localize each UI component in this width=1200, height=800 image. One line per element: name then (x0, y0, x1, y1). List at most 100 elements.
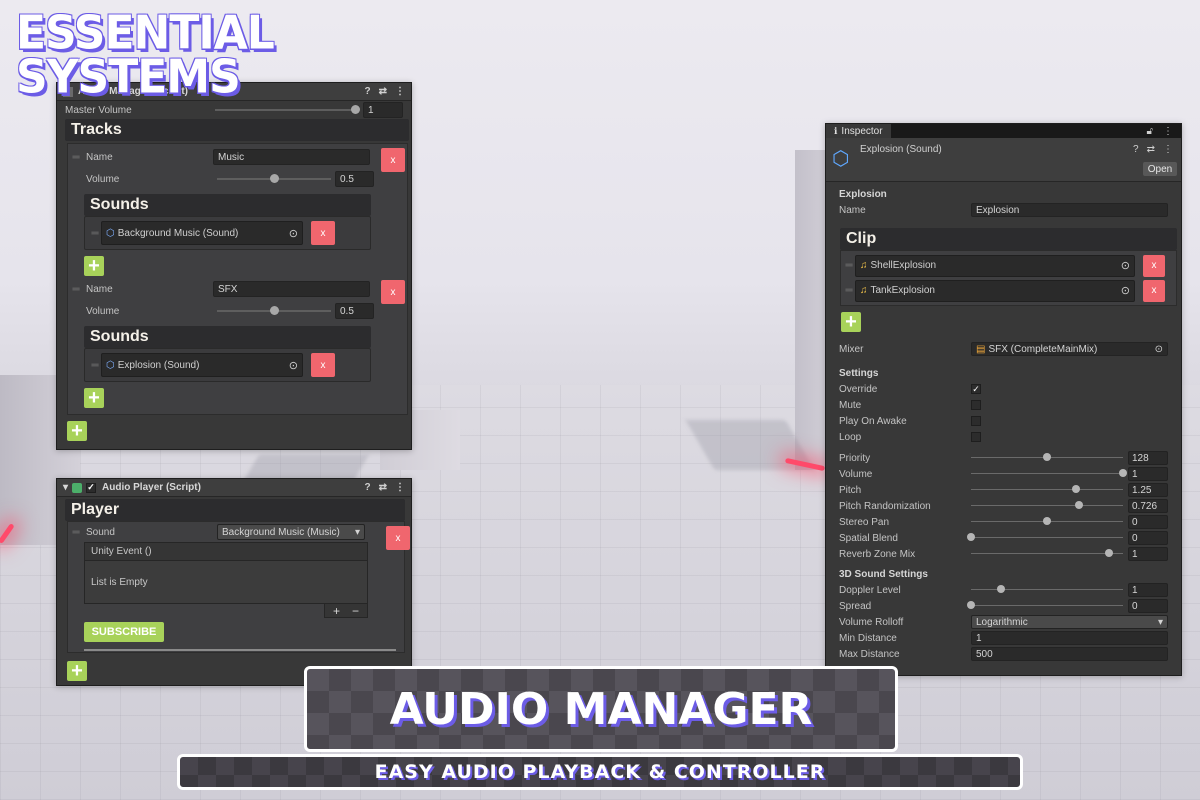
min-distance-field[interactable]: 1 (971, 631, 1168, 645)
slider-knob[interactable] (1071, 485, 1080, 493)
name-field[interactable]: Explosion (971, 203, 1168, 217)
slider-track[interactable] (971, 584, 1123, 596)
sound-dropdown[interactable]: Background Music (Music) ▾ (217, 524, 365, 540)
add-sound-button[interactable]: + (84, 388, 104, 408)
presets-icon[interactable]: ⇄ (1147, 144, 1155, 155)
slider-knob[interactable] (1074, 501, 1083, 509)
lock-icon[interactable]: 🔓︎ (1147, 126, 1153, 137)
subscribe-button[interactable]: SUBSCRIBE (84, 622, 164, 642)
drag-handle-icon[interactable]: ═ (89, 360, 101, 371)
remove-player-button[interactable]: x (386, 526, 410, 550)
slider-knob[interactable] (1105, 549, 1114, 557)
help-icon[interactable]: ? (365, 86, 371, 97)
add-event-button[interactable]: + (333, 604, 340, 618)
drag-handle-icon[interactable]: ═ (843, 285, 855, 296)
foldout-arrow-icon[interactable]: ▾ (63, 482, 68, 493)
clip-object-field[interactable]: ♫ TankExplosion ⊙ (855, 279, 1135, 302)
drag-handle-icon[interactable]: ═ (89, 228, 101, 239)
more-icon[interactable]: ⋮ (395, 86, 405, 97)
remove-sound-button[interactable]: x (311, 221, 335, 245)
more-icon[interactable]: ⋮ (395, 482, 405, 493)
slider-knob[interactable] (1119, 469, 1127, 477)
slider-value-field[interactable]: 1.25 (1128, 483, 1168, 497)
object-picker-icon[interactable]: ⊙ (289, 359, 298, 372)
slider-value-field[interactable]: 128 (1128, 451, 1168, 465)
remove-track-button[interactable]: x (381, 280, 405, 304)
slider-knob[interactable] (997, 585, 1006, 593)
more-icon[interactable]: ⋮ (1163, 126, 1173, 137)
enabled-checkbox[interactable]: ✓ (86, 482, 97, 493)
master-volume-slider[interactable] (215, 102, 360, 118)
toggle-row: Override ✓ (826, 381, 1181, 397)
object-picker-icon[interactable]: ⊙ (1121, 259, 1130, 272)
slider-knob[interactable] (1043, 453, 1051, 461)
rolloff-dropdown[interactable]: Logarithmic ▾ (971, 615, 1168, 629)
inspector-tab[interactable]: ℹ Inspector (826, 124, 891, 138)
toggle-checkbox[interactable] (971, 400, 981, 410)
open-button[interactable]: Open (1143, 162, 1177, 176)
slider-value-field[interactable]: 1 (1128, 583, 1168, 597)
object-picker-icon[interactable]: ⊙ (289, 227, 298, 240)
slider-value-field[interactable]: 1 (1128, 547, 1168, 561)
max-distance-field[interactable]: 500 (971, 647, 1168, 661)
drag-handle-icon[interactable]: ═ (843, 260, 855, 271)
toggle-checkbox[interactable] (971, 416, 981, 426)
presets-icon[interactable]: ⇄ (379, 86, 387, 97)
audio-player-header[interactable]: ▾ ✓ Audio Player (Script) ? ⇄ ⋮ (57, 479, 411, 497)
object-picker-icon[interactable]: ⊙ (1155, 344, 1163, 355)
slider-knob[interactable] (967, 601, 975, 609)
drag-handle-icon[interactable]: ═ (70, 152, 82, 163)
slider-value-field[interactable]: 1 (1128, 467, 1168, 481)
toggle-checkbox[interactable] (971, 432, 981, 442)
mixer-value: SFX (CompleteMainMix) (988, 343, 1098, 355)
track-volume-slider[interactable] (217, 171, 331, 187)
toggle-checkbox[interactable]: ✓ (971, 384, 981, 394)
slider-value-field[interactable]: 0 (1128, 599, 1168, 613)
slider-track[interactable] (971, 500, 1123, 512)
drag-handle-icon[interactable]: ═ (70, 284, 82, 295)
slider-value-field[interactable]: 0.726 (1128, 499, 1168, 513)
remove-clip-button[interactable]: x (1143, 279, 1165, 302)
slider-value-field[interactable]: 0 (1128, 515, 1168, 529)
slider-track[interactable] (967, 532, 1123, 544)
add-player-button[interactable]: + (67, 661, 87, 681)
add-clip-button[interactable]: + (841, 312, 861, 332)
remove-clip-button[interactable]: x (1143, 254, 1165, 277)
slider-row: Pitch Randomization 0.726 (826, 498, 1181, 514)
remove-track-button[interactable]: x (381, 148, 405, 172)
master-volume-field[interactable]: 1 (363, 102, 403, 118)
slider-knob[interactable] (967, 533, 975, 541)
remove-sound-button[interactable]: x (311, 353, 335, 377)
scriptable-object-icon: ⬡ (832, 148, 850, 170)
sound3d-title: 3D Sound Settings (839, 568, 928, 580)
slider-knob[interactable] (1043, 517, 1051, 525)
slider-value-field[interactable]: 0 (1128, 531, 1168, 545)
slider-track[interactable] (971, 452, 1123, 464)
track-volume-field[interactable]: 0.5 (335, 303, 374, 319)
track-name-field[interactable]: Music (213, 149, 370, 165)
track-volume-slider[interactable] (217, 303, 331, 319)
sound-object-field[interactable]: ⬡ Background Music (Sound) ⊙ (101, 221, 303, 245)
clip-object-field[interactable]: ♫ ShellExplosion ⊙ (855, 254, 1135, 277)
help-icon[interactable]: ? (1133, 144, 1139, 155)
slider-track[interactable] (967, 600, 1123, 612)
slider-track[interactable] (971, 468, 1127, 480)
title-banner: AUDIO MANAGER (304, 666, 898, 752)
more-icon[interactable]: ⋮ (1163, 144, 1173, 155)
slider-track[interactable] (971, 484, 1123, 496)
slider-track[interactable] (971, 548, 1123, 560)
object-picker-icon[interactable]: ⊙ (1121, 284, 1130, 297)
add-sound-button[interactable]: + (84, 256, 104, 276)
track-name-field[interactable]: SFX (213, 281, 370, 297)
drag-handle-icon[interactable]: ═ (70, 527, 82, 538)
mixer-field[interactable]: ▤ SFX (CompleteMainMix) ⊙ (971, 342, 1168, 356)
track-volume-field[interactable]: 0.5 (335, 171, 374, 187)
slider-row: Reverb Zone Mix 1 (826, 546, 1181, 562)
sound-object-field[interactable]: ⬡ Explosion (Sound) ⊙ (101, 353, 303, 377)
help-icon[interactable]: ? (365, 482, 371, 493)
slider-track[interactable] (971, 516, 1123, 528)
remove-event-button[interactable]: − (352, 604, 359, 618)
sound-label: Sound (86, 526, 115, 538)
add-track-button[interactable]: + (67, 421, 87, 441)
presets-icon[interactable]: ⇄ (379, 482, 387, 493)
